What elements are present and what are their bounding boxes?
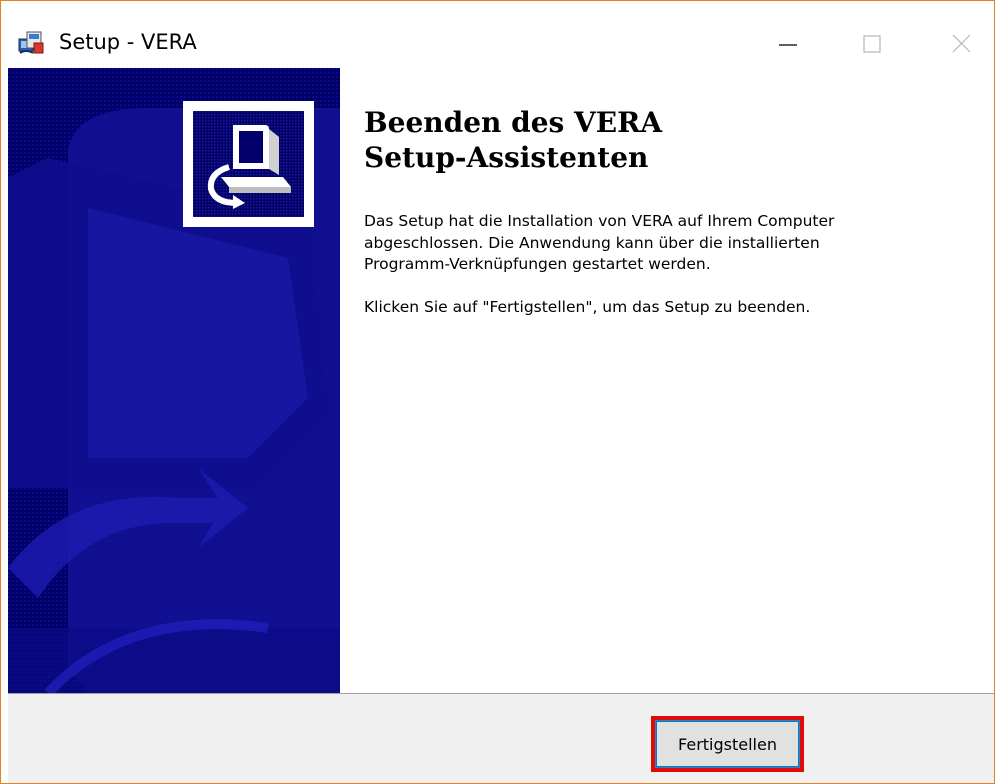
installer-icon: [17, 27, 47, 57]
close-button[interactable]: [931, 21, 991, 65]
wizard-logo: [183, 101, 314, 227]
setup-window: Setup - VERA Beenden des VERA Setup-Assi…: [0, 0, 995, 784]
finish-button[interactable]: Fertigstellen: [655, 720, 800, 768]
minimize-button[interactable]: [758, 21, 818, 65]
maximize-button[interactable]: [842, 21, 902, 65]
wizard-side-image: [8, 68, 340, 693]
description-paragraph: Das Setup hat die Installation von VERA …: [364, 211, 984, 276]
finish-description: Das Setup hat die Installation von VERA …: [364, 211, 984, 318]
computer-install-icon: [193, 111, 304, 217]
maximize-icon: [863, 35, 881, 53]
description-line: Das Setup hat die Installation von VERA …: [364, 212, 835, 230]
title-bar[interactable]: Setup - VERA: [1, 1, 994, 65]
window-title: Setup - VERA: [59, 30, 197, 54]
page-title-line2: Setup-Assistenten: [364, 141, 649, 174]
page-title: Beenden des VERA Setup-Assistenten: [364, 105, 662, 175]
close-icon: [952, 34, 971, 53]
page-title-line1: Beenden des VERA: [364, 106, 663, 139]
minimize-icon: [779, 44, 797, 46]
instruction-paragraph: Klicken Sie auf "Fertigstellen", um das …: [364, 297, 811, 316]
description-line: Programm-Verknüpfungen gestartet werden.: [364, 255, 711, 273]
description-line: abgeschlossen. Die Anwendung kann über d…: [364, 233, 820, 252]
button-bar: [8, 693, 994, 783]
